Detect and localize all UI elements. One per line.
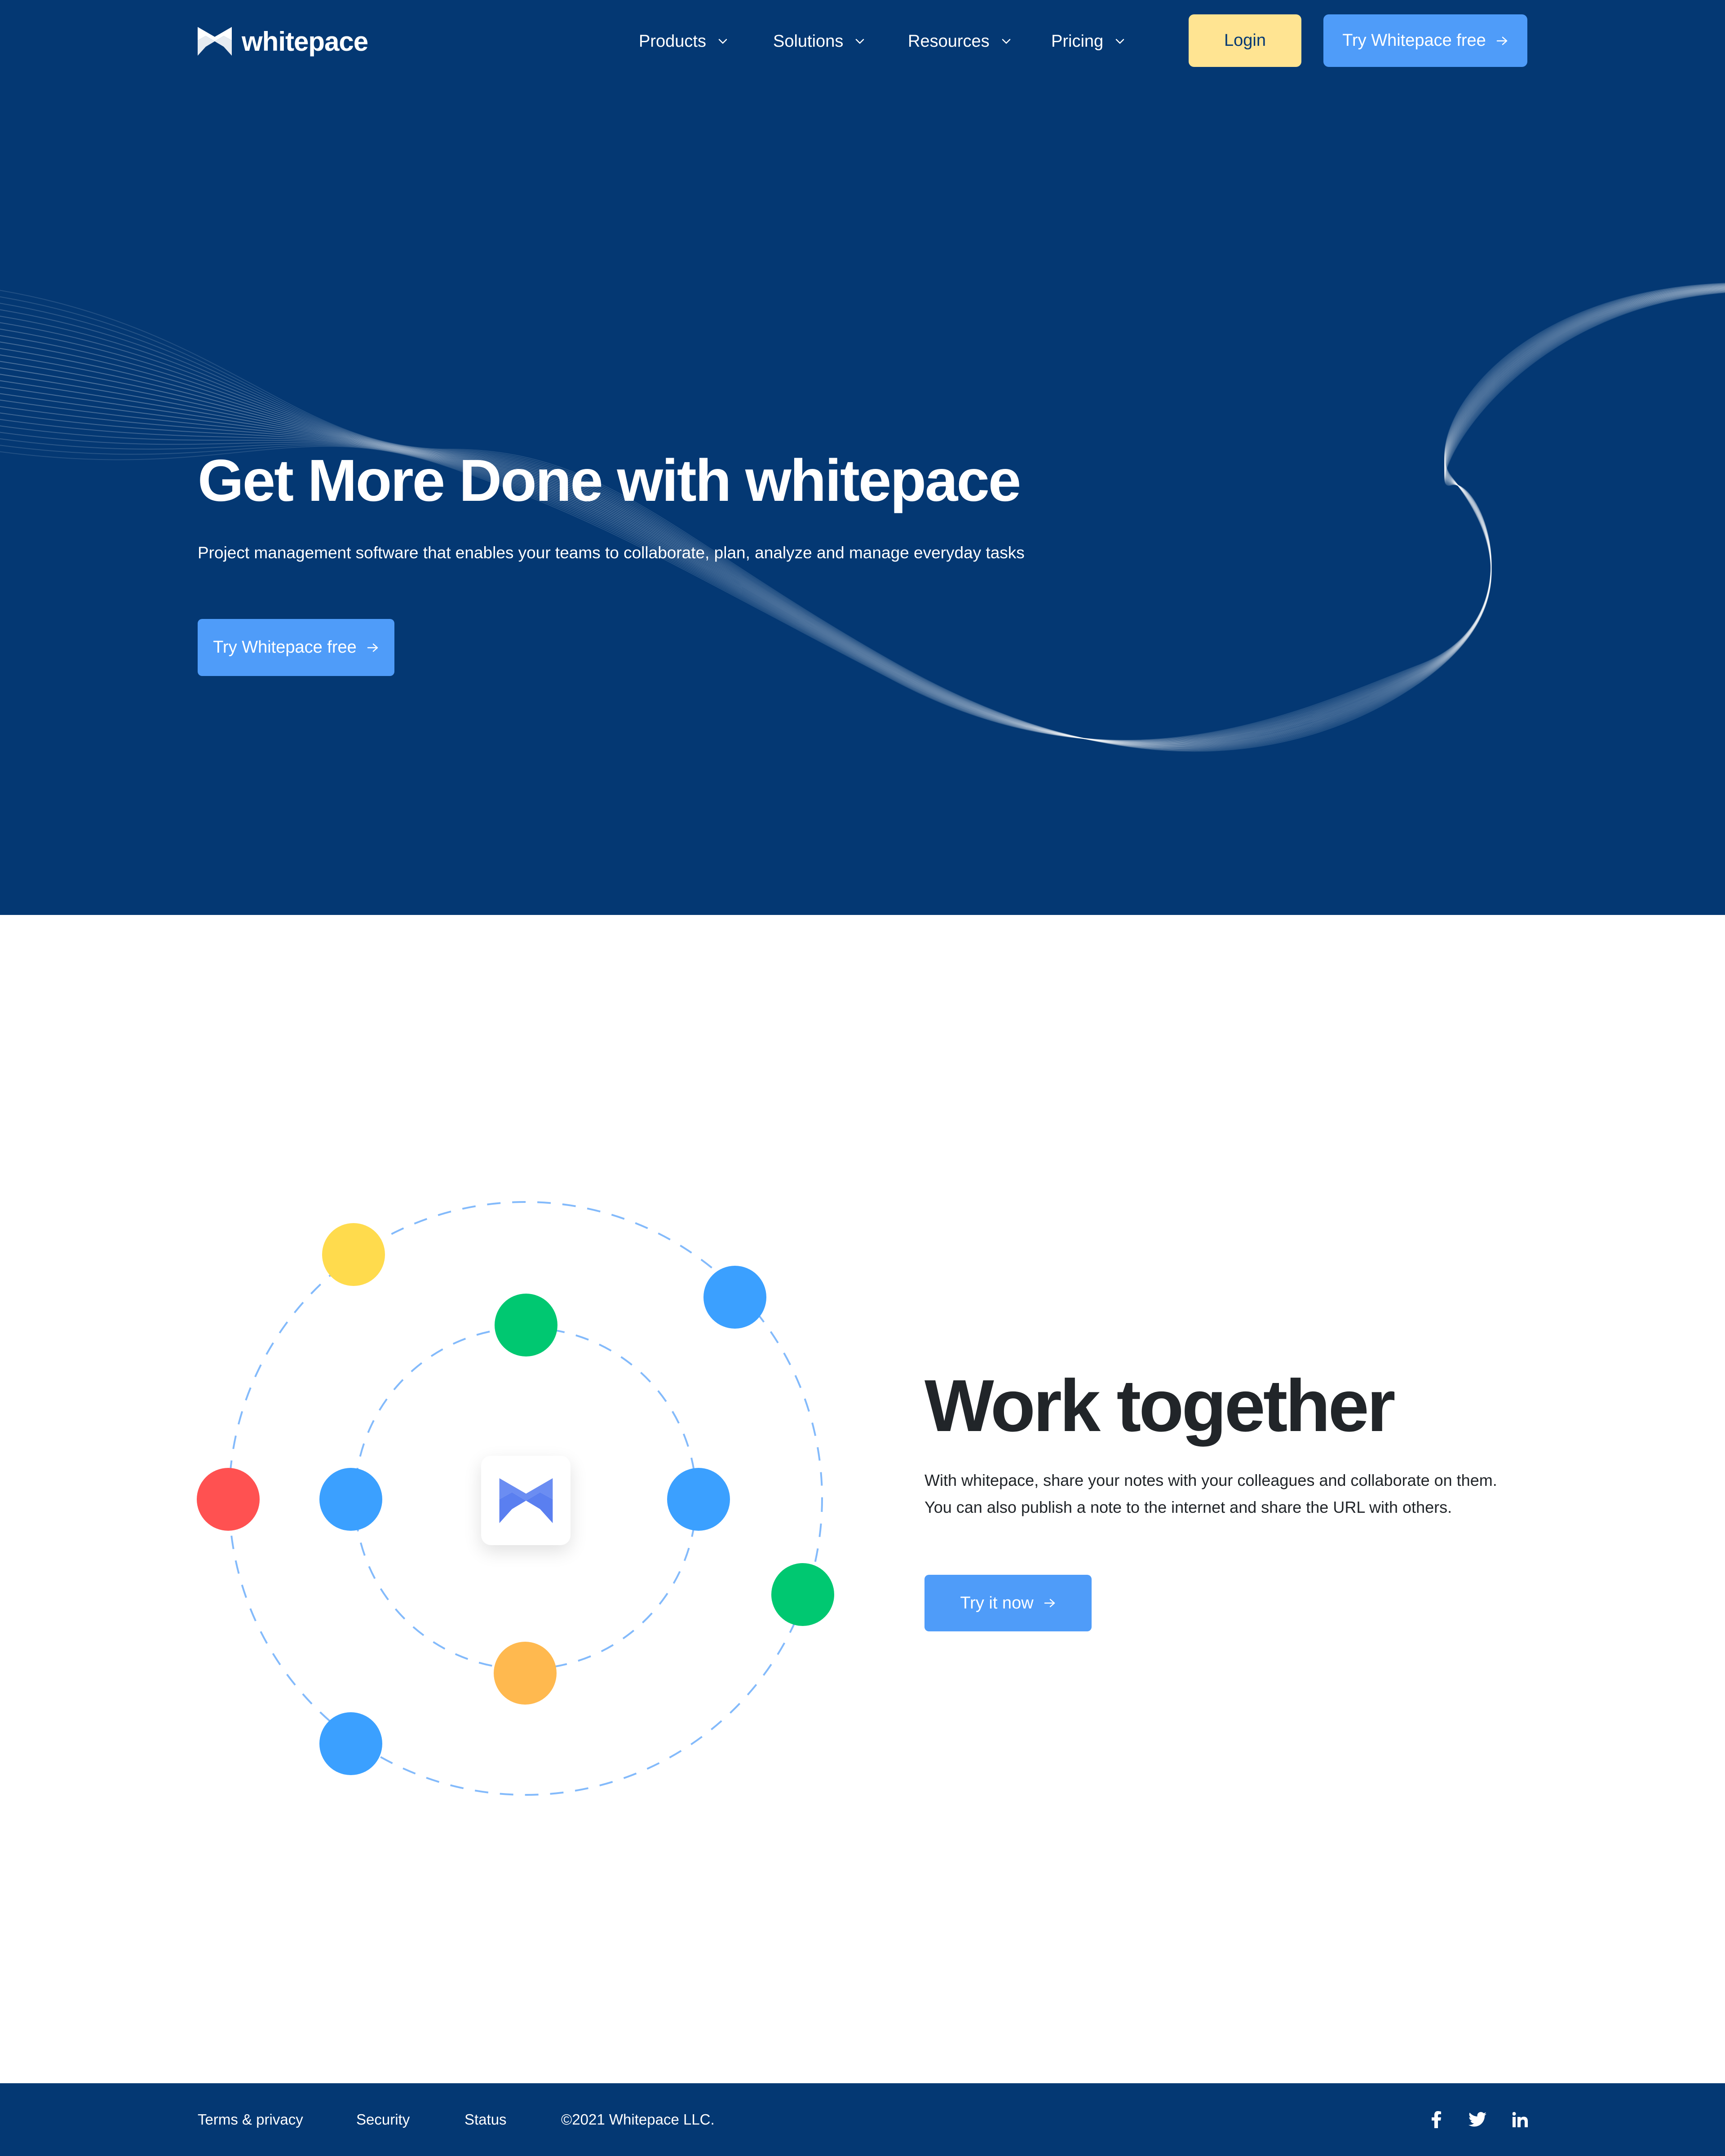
whitepace-logo-icon (499, 1478, 553, 1523)
nav-item-resources[interactable]: Resources (908, 28, 1011, 55)
try-free-nav-button[interactable]: Try Whitepace free (1323, 14, 1527, 67)
title-highlight-text: together (1116, 1365, 1396, 1447)
try-free-hero-button[interactable]: Try Whitepace free (198, 619, 394, 676)
arrow-right-icon (367, 643, 378, 652)
footer: Terms & privacy Security Status ©2021 Wh… (0, 2083, 1725, 2156)
description-line: With whitepace, share your notes with yo… (924, 1471, 1497, 1489)
brand-logo[interactable]: whitepace (198, 26, 368, 57)
collaborator-avatar (771, 1563, 834, 1626)
chevron-down-icon (1002, 39, 1010, 44)
collaborator-avatar (319, 1712, 382, 1775)
footer-link-terms[interactable]: Terms & privacy (198, 2109, 303, 2130)
title-highlight: together (1116, 1361, 1396, 1451)
chevron-down-icon (856, 39, 864, 44)
linkedin-icon[interactable] (1509, 2108, 1531, 2131)
hero-title: Get More Done with whitepace (198, 447, 1021, 513)
facebook-icon[interactable] (1425, 2108, 1448, 2131)
nav-item-pricing[interactable]: Pricing (1051, 28, 1125, 55)
collaborator-avatar (319, 1468, 382, 1531)
footer-link-security[interactable]: Security (356, 2109, 410, 2130)
hero-subtitle: Project management software that enables… (198, 543, 1025, 562)
wave-line (0, 284, 1725, 750)
collaborator-avatar (495, 1294, 557, 1356)
work-together-description: With whitepace, share your notes with yo… (924, 1467, 1544, 1521)
work-together-title: Work together (924, 1361, 1396, 1451)
brand-name: whitepace (242, 26, 368, 57)
chevron-down-icon (718, 39, 727, 44)
description-line: You can also publish a note to the inter… (924, 1498, 1452, 1516)
collaborator-avatar (703, 1266, 766, 1329)
arrow-right-icon (1496, 36, 1508, 45)
top-navigation: whitepace Products Solutions Resources P… (0, 0, 1725, 82)
wave-line (0, 283, 1725, 751)
login-button[interactable]: Login (1189, 14, 1301, 67)
try-it-now-button[interactable]: Try it now (924, 1575, 1092, 1631)
wave-line (0, 283, 1725, 752)
collaborator-avatar (667, 1468, 730, 1531)
nav-item-label: Pricing (1051, 31, 1104, 51)
nav-item-label: Solutions (773, 31, 844, 51)
twitter-icon[interactable] (1466, 2108, 1489, 2131)
try-it-now-label: Try it now (960, 1593, 1034, 1613)
whitepace-logo-tile (481, 1456, 571, 1545)
nav-item-label: Products (639, 31, 706, 51)
footer-link-status[interactable]: Status (464, 2109, 507, 2130)
nav-item-label: Resources (908, 31, 990, 51)
chevron-down-icon (1115, 39, 1124, 44)
wave-line (0, 284, 1725, 750)
collaborator-avatar (322, 1223, 385, 1286)
arrow-right-icon (1044, 1599, 1055, 1608)
try-free-label: Try Whitepace free (213, 638, 357, 657)
collaborator-avatar (494, 1642, 557, 1705)
footer-copyright: ©2021 Whitepace LLC. (561, 2111, 715, 2128)
try-free-label: Try Whitepace free (1342, 31, 1486, 50)
collaborator-avatar (197, 1468, 260, 1531)
nav-item-solutions[interactable]: Solutions (773, 28, 865, 55)
wave-line (0, 283, 1725, 751)
nav-item-products[interactable]: Products (639, 28, 728, 55)
whitepace-logo-icon (198, 27, 232, 56)
title-start: Work (924, 1365, 1117, 1447)
hero-section: whitepace Products Solutions Resources P… (0, 0, 1725, 915)
